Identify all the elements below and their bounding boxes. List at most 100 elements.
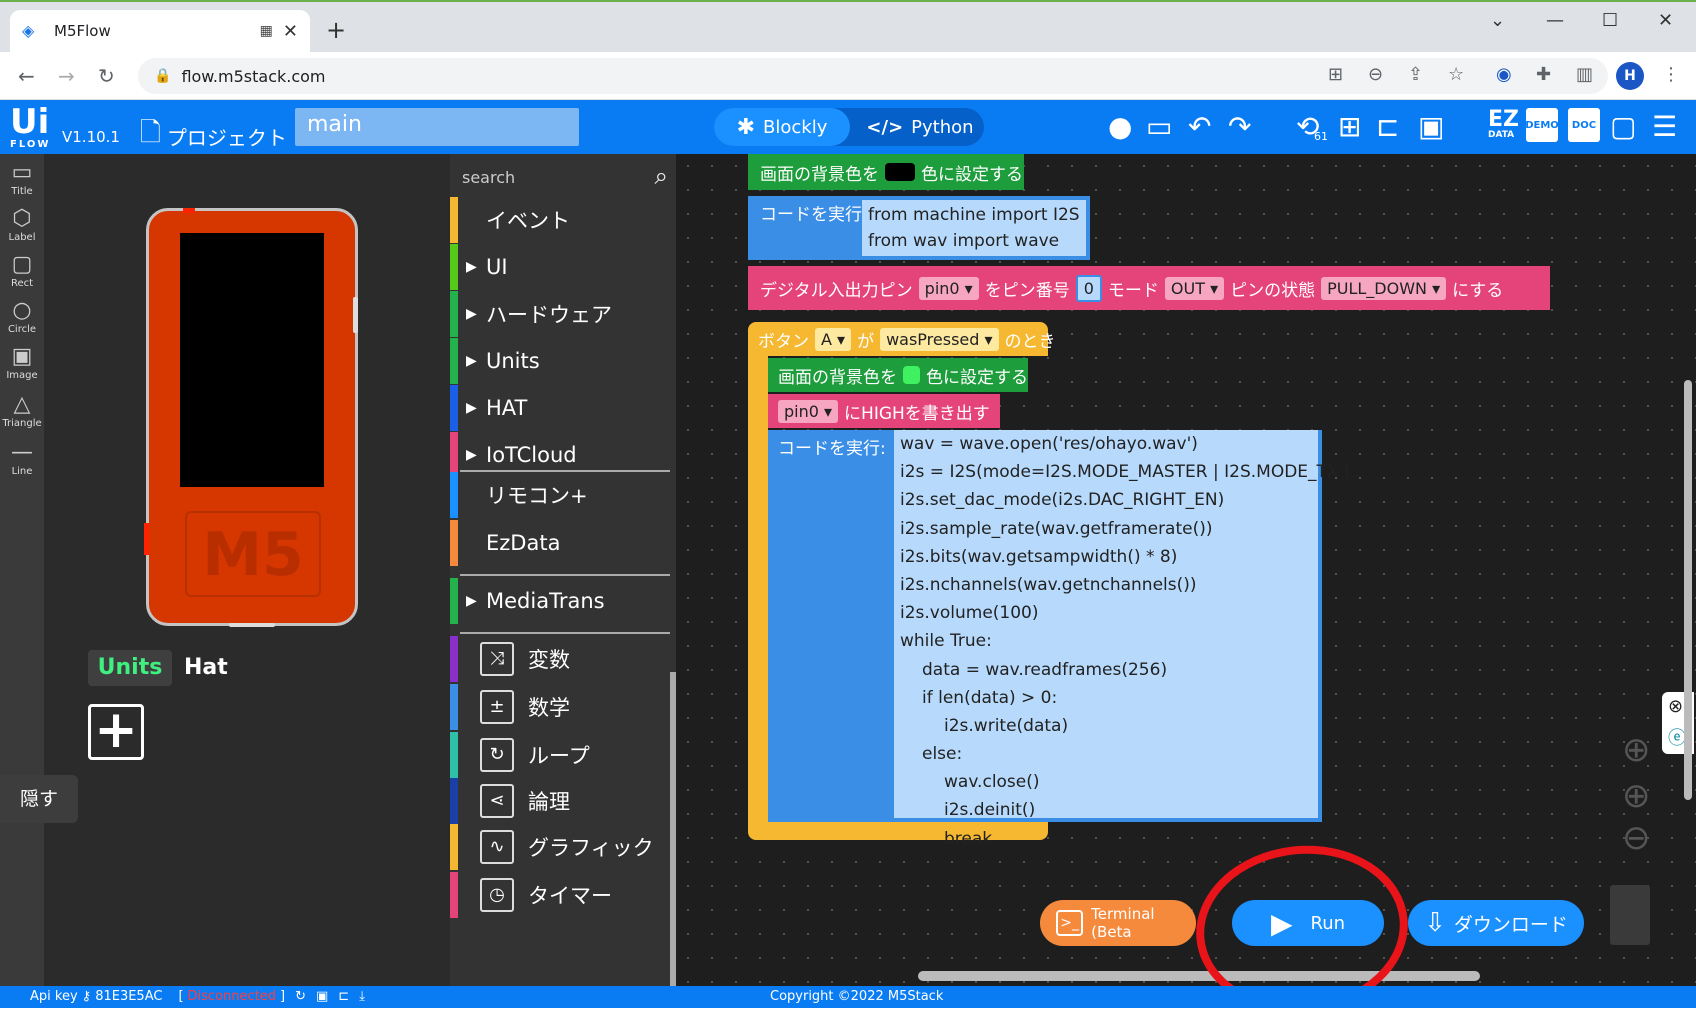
- share-icon[interactable]: ⇪: [1408, 64, 1423, 85]
- category-hardware[interactable]: ▶ ハードウェア: [450, 291, 670, 337]
- tool-triangle[interactable]: △ Triangle: [0, 392, 44, 429]
- color-swatch-black[interactable]: [885, 163, 915, 181]
- tab-media-icon[interactable]: ▦: [260, 23, 273, 39]
- pin-number-input[interactable]: 0: [1075, 274, 1102, 302]
- close-circle-icon[interactable]: ⊗: [1668, 696, 1683, 717]
- code-field-imports[interactable]: from machine import I2S from wav import …: [862, 200, 1086, 256]
- category-timer[interactable]: ◷ タイマー: [450, 872, 670, 918]
- undo-icon[interactable]: ↶: [1188, 110, 1211, 143]
- terminal-button[interactable]: >_ Terminal (Beta: [1040, 900, 1196, 946]
- reload-icon[interactable]: ↻: [98, 64, 115, 88]
- tab-search-chevron-icon[interactable]: ⌄: [1490, 10, 1505, 31]
- pin-dropdown[interactable]: pin0 ▾: [918, 276, 979, 300]
- tool-circle[interactable]: ○ Circle: [0, 298, 44, 335]
- units-tab[interactable]: Units: [88, 650, 172, 686]
- category-search[interactable]: search ⌕: [450, 154, 676, 200]
- tool-image[interactable]: ▣ Image: [0, 344, 44, 381]
- profile-avatar[interactable]: H: [1616, 62, 1644, 90]
- filename-input[interactable]: main: [295, 108, 579, 146]
- category-ui[interactable]: ▶ UI: [450, 244, 670, 290]
- category-logic[interactable]: ⋖ 論理: [450, 778, 670, 824]
- user-icon[interactable]: ●: [1108, 110, 1132, 143]
- minimize-icon[interactable]: —: [1546, 10, 1564, 31]
- status-save-icon[interactable]: ▣: [316, 989, 328, 1004]
- blockly-workspace[interactable]: 画面の背景色を 色に設定する コードを実行: from machine impo…: [676, 154, 1696, 986]
- project-button[interactable]: 🗋 プロジェクト: [140, 114, 287, 158]
- search-icon[interactable]: ⌕: [655, 162, 668, 190]
- feedback-icon[interactable]: ▢: [1610, 110, 1636, 143]
- hide-button[interactable]: 隠す: [0, 775, 78, 823]
- zoom-in-icon[interactable]: ⊕: [1622, 776, 1651, 816]
- set-background-block[interactable]: 画面の背景色を 色に設定する: [748, 154, 1024, 190]
- blockly-mode-button[interactable]: ✱ Blockly: [714, 108, 850, 146]
- category-graphics[interactable]: ∿ グラフィック: [450, 824, 670, 870]
- workspace-vertical-scrollbar[interactable]: [1684, 380, 1692, 800]
- history-icon[interactable]: ⟲ 61: [1296, 110, 1328, 143]
- digital-pin-block[interactable]: デジタル入出力ピン pin0 ▾ をピン番号 0 モード OUT ▾ ピンの状態…: [748, 266, 1550, 310]
- set-background-block-2[interactable]: 画面の背景色を 色に設定する: [768, 358, 1028, 392]
- pin-write-dropdown[interactable]: pin0 ▾: [778, 399, 839, 423]
- category-ezdata[interactable]: EzData: [450, 520, 670, 566]
- category-units[interactable]: ▶ Units: [450, 338, 670, 384]
- category-hat[interactable]: ▶ HAT: [450, 385, 670, 431]
- pin-block-label: デジタル入出力ピン: [760, 280, 913, 301]
- forward-icon[interactable]: →: [58, 64, 75, 88]
- extensions-puzzle-icon[interactable]: ✚: [1536, 64, 1551, 85]
- button-event-block[interactable]: ボタン A ▾ が wasPressed ▾ のとき: [748, 322, 1056, 356]
- category-variables[interactable]: ⤨ 変数: [450, 636, 670, 682]
- category-loop[interactable]: ↻ ループ: [450, 732, 670, 778]
- extension-app-icon[interactable]: ◉: [1496, 64, 1512, 85]
- save-icon[interactable]: ▣: [1418, 110, 1444, 143]
- window-close-icon[interactable]: ✕: [1658, 10, 1673, 31]
- workspace-horizontal-scrollbar[interactable]: [918, 971, 1480, 981]
- trash-icon[interactable]: [1610, 885, 1650, 945]
- new-file-icon[interactable]: ⊞: [1338, 110, 1361, 143]
- translate-icon[interactable]: ⊞: [1328, 64, 1343, 85]
- hat-tab[interactable]: Hat: [184, 650, 228, 686]
- python-mode-button[interactable]: </> Python: [856, 108, 984, 146]
- color-swatch-green[interactable]: [903, 366, 920, 384]
- tool-rect[interactable]: ▢ Rect: [0, 252, 44, 289]
- button-dropdown[interactable]: A ▾: [815, 327, 852, 351]
- browser-tab[interactable]: ◈ M5Flow ▦ ✕: [10, 10, 310, 52]
- add-unit-button[interactable]: +: [88, 704, 144, 760]
- state-dropdown[interactable]: PULL_DOWN ▾: [1321, 276, 1447, 300]
- open-folder-icon[interactable]: ⊏: [1376, 110, 1399, 143]
- tool-line[interactable]: — Line: [0, 440, 44, 477]
- device-screen[interactable]: [180, 233, 324, 487]
- url-field[interactable]: 🔒 flow.m5stack.com: [138, 58, 1608, 94]
- zoom-out-icon[interactable]: ⊖: [1622, 818, 1651, 858]
- device-settings-icon[interactable]: ▭: [1146, 110, 1172, 143]
- mode-dropdown[interactable]: OUT ▾: [1164, 276, 1225, 300]
- tab-close-icon[interactable]: ✕: [283, 21, 298, 42]
- ez-data-button[interactable]: EZ DATA: [1488, 109, 1519, 141]
- event-dropdown[interactable]: wasPressed ▾: [880, 327, 999, 351]
- tool-label-item[interactable]: ⬡ Label: [0, 206, 44, 243]
- maximize-icon[interactable]: ☐: [1602, 10, 1618, 31]
- pin-write-block[interactable]: pin0 ▾ にHIGHを書き出す: [768, 394, 1000, 428]
- category-math[interactable]: ± 数学: [450, 684, 670, 730]
- doc-button[interactable]: DOC: [1568, 108, 1600, 142]
- category-label: タイマー: [528, 884, 612, 908]
- browser-menu-icon[interactable]: ⋮: [1662, 64, 1680, 85]
- bookmark-star-icon[interactable]: ☆: [1448, 64, 1464, 85]
- status-download-icon[interactable]: ⤓: [359, 989, 365, 1004]
- category-event[interactable]: イベント: [450, 197, 670, 243]
- loop-icon: ↻: [480, 738, 514, 772]
- recenter-icon[interactable]: ⊕: [1622, 730, 1651, 770]
- demo-button[interactable]: DEMO: [1525, 108, 1559, 142]
- refresh-icon[interactable]: ↻: [295, 989, 306, 1004]
- new-tab-icon[interactable]: +: [326, 16, 346, 44]
- zoom-icon[interactable]: ⊖: [1368, 64, 1383, 85]
- tool-title[interactable]: ▭ Title: [0, 160, 44, 197]
- category-remote[interactable]: リモコン+: [450, 472, 670, 518]
- code-field-main[interactable]: wav = wave.open('res/ohayo.wav') i2s = I…: [894, 430, 1366, 849]
- download-button[interactable]: ⇩ ダウンロード: [1408, 900, 1584, 946]
- back-icon[interactable]: ←: [18, 64, 35, 88]
- menu-list-icon[interactable]: ☰: [1652, 110, 1677, 143]
- side-panel-icon[interactable]: ▥: [1576, 64, 1593, 85]
- status-folder-icon[interactable]: ⊏: [338, 989, 349, 1004]
- lock-icon: 🔒: [154, 68, 172, 84]
- redo-icon[interactable]: ↷: [1228, 110, 1251, 143]
- category-mediatrans[interactable]: ▶ MediaTrans: [450, 578, 670, 624]
